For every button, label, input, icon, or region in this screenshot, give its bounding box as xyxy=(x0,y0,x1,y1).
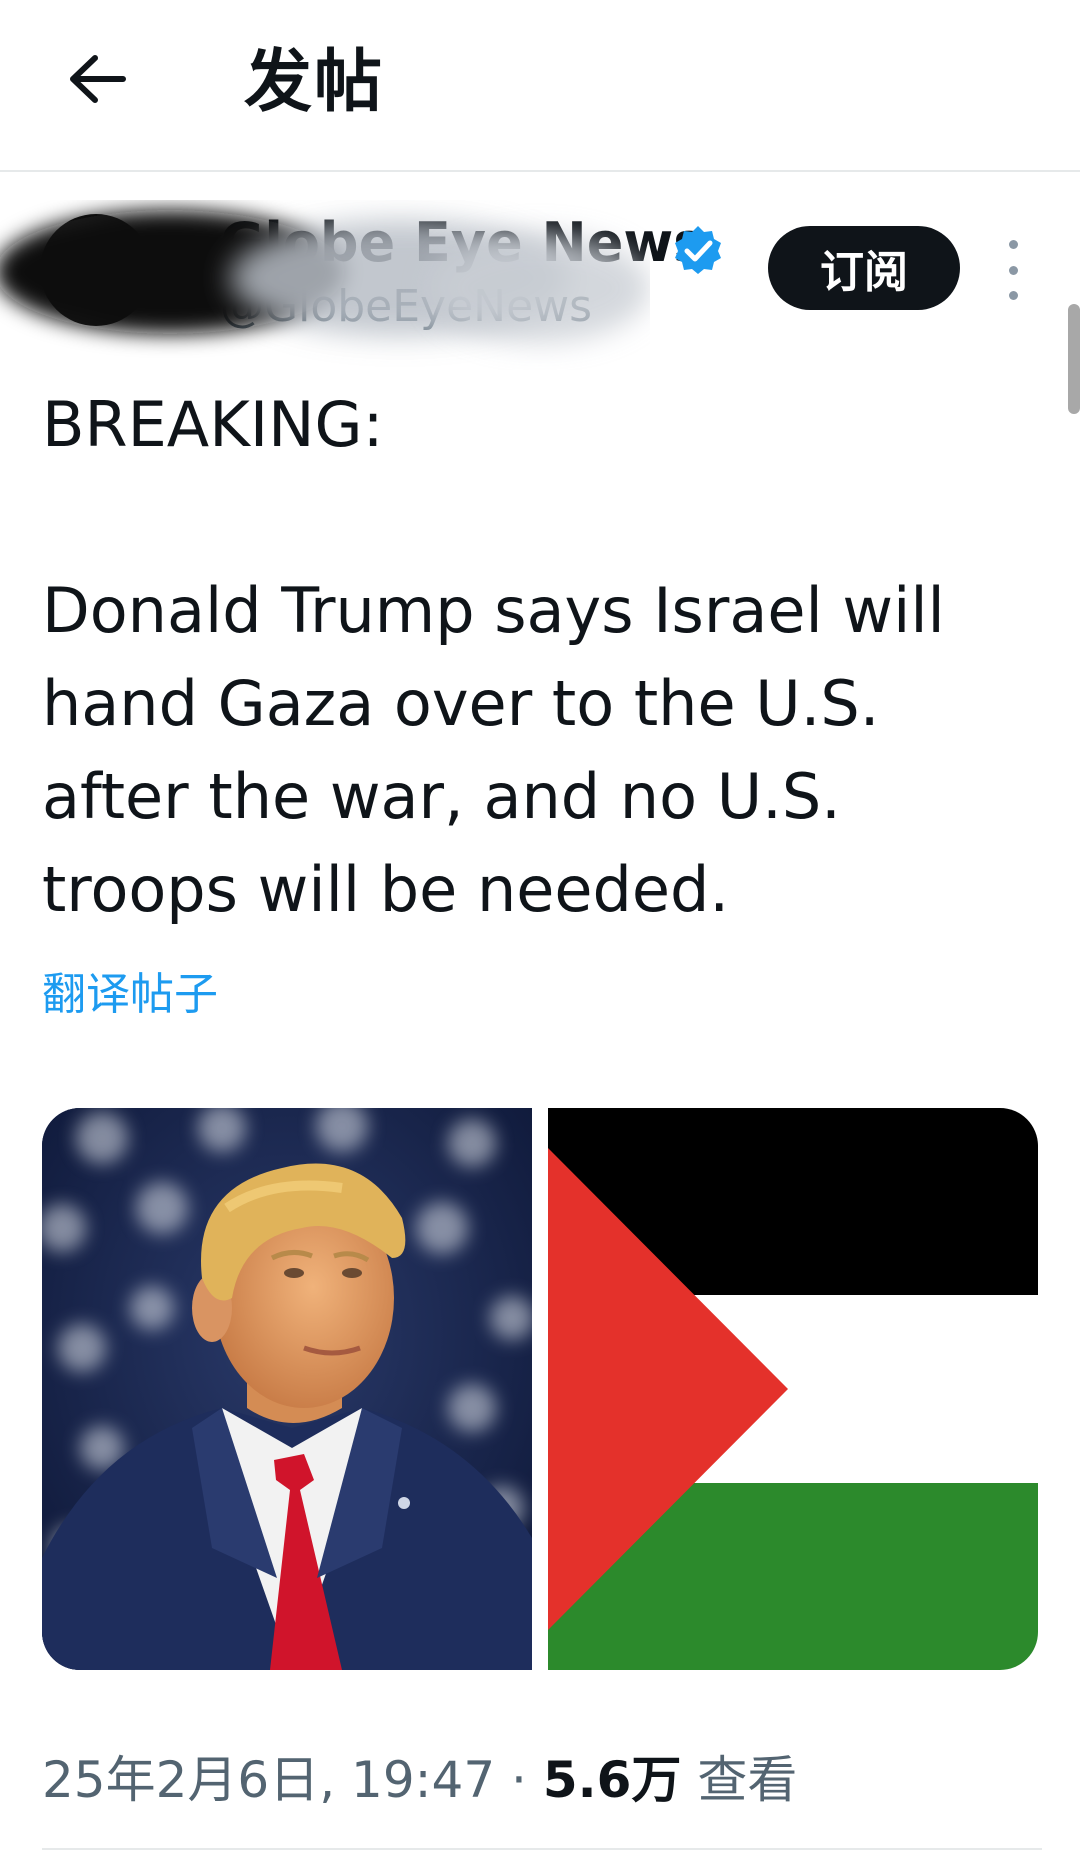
scrollbar[interactable] xyxy=(1068,304,1080,414)
back-button[interactable] xyxy=(58,40,136,118)
author-row: Globe Eye News @GlobeEyeNews 订阅 xyxy=(0,170,1080,380)
tweet-text: BREAKING: Donald Trump says Israel will … xyxy=(42,388,945,926)
top-bar: 发帖 xyxy=(0,0,1080,172)
more-vertical-icon xyxy=(1008,240,1018,249)
timestamp[interactable]: 25年2月6日, 19:47 xyxy=(42,1751,495,1809)
tweet-media xyxy=(42,1108,1038,1670)
translate-post-link[interactable]: 翻译帖子 xyxy=(42,958,218,1022)
arrow-left-icon xyxy=(70,55,126,103)
media-photo-flag[interactable] xyxy=(548,1108,1038,1670)
tweet-meta-row: 25年2月6日, 19:47 · 5.6万 查看 xyxy=(42,1740,797,1812)
page-title: 发帖 xyxy=(244,43,385,122)
author-display-name[interactable]: Globe Eye News xyxy=(220,210,705,276)
media-photo-portrait[interactable] xyxy=(42,1108,532,1670)
divider xyxy=(42,1848,1042,1850)
more-vertical-icon xyxy=(1008,291,1018,300)
subscribe-button[interactable]: 订阅 xyxy=(768,226,960,310)
palestinian-flag-image xyxy=(548,1108,1038,1670)
portrait-image xyxy=(42,1108,532,1670)
more-vertical-icon xyxy=(1008,265,1018,275)
view-label: 查看 xyxy=(697,1751,798,1809)
author-name-block[interactable]: Globe Eye News @GlobeEyeNews xyxy=(220,210,740,332)
more-options-button[interactable] xyxy=(996,240,1030,300)
view-count: 5.6万 xyxy=(542,1751,682,1809)
avatar[interactable] xyxy=(40,214,152,326)
meta-separator: · xyxy=(511,1751,527,1809)
verified-badge-icon xyxy=(675,226,721,274)
author-handle[interactable]: @GlobeEyeNews xyxy=(220,280,592,334)
